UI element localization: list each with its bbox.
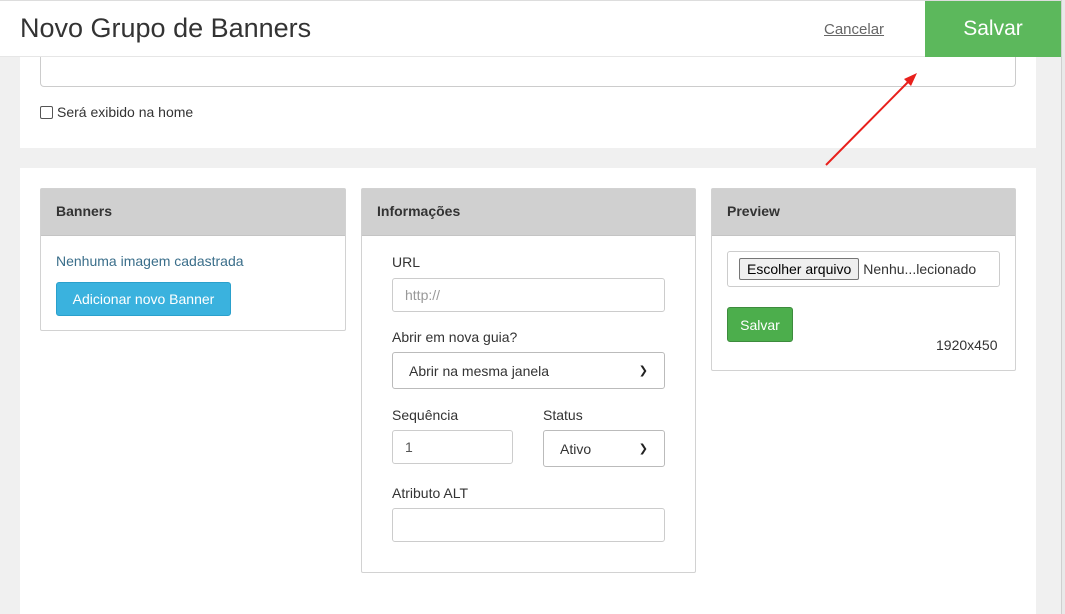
new-tab-select[interactable]: Abrir na mesma janela ❯ <box>392 352 665 389</box>
chevron-down-icon: ❯ <box>638 443 648 455</box>
group-name-input[interactable] <box>40 57 1016 87</box>
cancel-link[interactable]: Cancelar <box>824 21 884 38</box>
preview-panel: Preview Escolher arquivo Nenhu...leciona… <box>711 188 1016 371</box>
url-label: URL <box>392 254 421 270</box>
info-panel: Informações URL http:// Abrir em nova gu… <box>361 188 696 573</box>
save-button[interactable]: Salvar <box>925 1 1061 57</box>
alt-label: Atributo ALT <box>392 485 469 501</box>
banners-panel: Banners Nenhuma imagem cadastrada Adicio… <box>40 188 346 331</box>
banners-panel-title: Banners <box>41 189 345 236</box>
page-title: Novo Grupo de Banners <box>20 13 312 43</box>
top-bar: Novo Grupo de Banners Cancelar Salvar <box>0 0 1065 57</box>
status-label: Status <box>543 407 583 423</box>
chevron-down-icon: ❯ <box>638 365 648 377</box>
image-dimensions: 1920x450 <box>936 337 998 353</box>
new-tab-selected-value: Abrir na mesma janela <box>409 362 550 379</box>
new-tab-label: Abrir em nova guia? <box>392 329 518 345</box>
home-checkbox[interactable] <box>40 105 53 119</box>
file-picker[interactable]: Escolher arquivo Nenhu...lecionado <box>727 251 1000 287</box>
alt-input[interactable] <box>392 508 665 542</box>
status-select[interactable]: Ativo ❯ <box>543 430 665 467</box>
scrollbar[interactable] <box>1061 0 1065 614</box>
sequence-input[interactable]: 1 <box>392 430 513 464</box>
save-preview-button[interactable]: Salvar <box>727 307 793 342</box>
status-selected-value: Ativo <box>560 440 592 457</box>
home-checkbox-label: Será exibido na home <box>57 104 194 120</box>
info-panel-title: Informações <box>362 189 695 236</box>
empty-banners-text: Nenhuma imagem cadastrada <box>56 253 244 269</box>
sequence-label: Sequência <box>392 407 459 423</box>
file-status-text: Nenhu...lecionado <box>863 261 977 277</box>
url-input[interactable]: http:// <box>392 278 665 312</box>
choose-file-button[interactable]: Escolher arquivo <box>739 258 860 280</box>
add-banner-button[interactable]: Adicionar novo Banner <box>56 282 231 316</box>
home-checkbox-row[interactable]: Será exibido na home <box>40 104 193 120</box>
group-settings-section: Será exibido na home <box>20 57 1036 148</box>
preview-panel-title: Preview <box>712 189 1015 236</box>
